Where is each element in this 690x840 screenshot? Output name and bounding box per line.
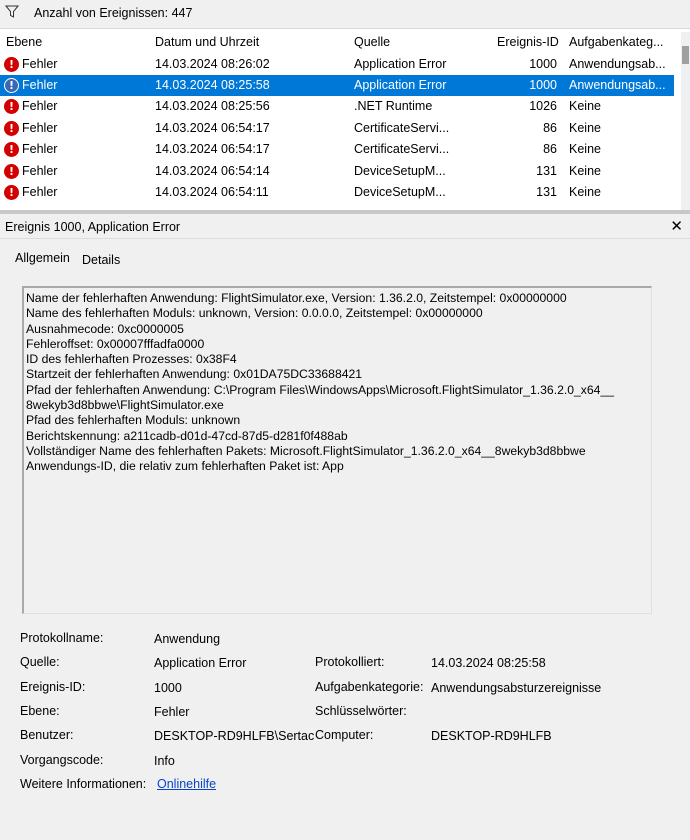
column-header-task-category[interactable]: Aufgabenkateg... (569, 35, 664, 49)
row-source: DeviceSetupM... (354, 164, 446, 178)
table-row[interactable]: ! Fehler 14.03.2024 06:54:14 DeviceSetup… (0, 161, 674, 182)
error-icon: ! (4, 164, 19, 179)
error-icon: ! (4, 185, 19, 200)
filter-bar: Anzahl von Ereignissen: 447 (0, 0, 690, 29)
user-value: DESKTOP-RD9HLFB\Sertac (154, 729, 315, 743)
opcode-label: Vorgangscode: (20, 753, 104, 767)
task-category-value: Anwendungsabsturzereignisse (431, 681, 602, 695)
row-source: CertificateServi... (354, 121, 450, 135)
table-header: Ebene Datum und Uhrzeit Quelle Ereignis-… (0, 32, 682, 52)
row-task: Keine (569, 99, 601, 113)
vertical-scrollbar[interactable] (681, 32, 690, 210)
level-label: Ebene: (20, 704, 60, 718)
row-level: Fehler (22, 164, 58, 178)
row-task: Anwendungsab... (569, 78, 666, 92)
table-row[interactable]: ! Fehler 14.03.2024 08:25:56 .NET Runtim… (0, 96, 674, 117)
row-event-id: 1026 (529, 99, 557, 113)
row-task: Anwendungsab... (569, 57, 666, 71)
row-task: Keine (569, 142, 601, 156)
keywords-label: Schlüsselwörter: (315, 704, 407, 718)
row-date: 14.03.2024 06:54:11 (155, 185, 269, 199)
close-icon[interactable]: ✕ (670, 217, 683, 235)
table-row[interactable]: ! Fehler 14.03.2024 08:26:02 Application… (0, 54, 674, 75)
more-info-label: Weitere Informationen: (20, 777, 147, 791)
table-row[interactable]: ! Fehler 14.03.2024 06:54:17 Certificate… (0, 139, 674, 160)
tab-general[interactable]: Allgemein (15, 251, 70, 265)
event-description-box[interactable]: Name der fehlerhaften Anwendung: FlightS… (22, 286, 652, 614)
level-value: Fehler (154, 705, 190, 719)
event-count-label: Anzahl von Ereignissen: 447 (34, 6, 193, 20)
logged-label: Protokolliert: (315, 655, 385, 669)
row-event-id: 131 (536, 164, 557, 178)
row-event-id: 86 (543, 121, 557, 135)
row-source: CertificateServi... (354, 142, 450, 156)
row-level: Fehler (22, 78, 58, 92)
event-detail-header: Ereignis 1000, Application Error ✕ (0, 214, 690, 239)
log-name-value: Anwendung (154, 632, 221, 646)
row-event-id: 1000 (529, 78, 557, 92)
user-label: Benutzer: (20, 728, 74, 742)
source-label: Quelle: (20, 655, 60, 669)
row-source: DeviceSetupM... (354, 185, 446, 199)
row-task: Keine (569, 185, 601, 199)
event-id-value: 1000 (154, 681, 182, 695)
row-event-id: 131 (536, 185, 557, 199)
error-icon: ! (4, 121, 19, 136)
row-level: Fehler (22, 121, 58, 135)
row-date: 14.03.2024 08:25:56 (155, 99, 270, 113)
column-header-date[interactable]: Datum und Uhrzeit (155, 35, 259, 49)
row-date: 14.03.2024 08:26:02 (155, 57, 270, 71)
row-date: 14.03.2024 06:54:17 (155, 121, 270, 135)
logged-value: 14.03.2024 08:25:58 (431, 656, 546, 670)
tab-details[interactable]: Details (82, 253, 120, 267)
row-date: 14.03.2024 06:54:14 (155, 164, 270, 178)
error-icon: ! (4, 99, 19, 114)
row-level: Fehler (22, 185, 58, 199)
row-level: Fehler (22, 99, 58, 113)
scrollbar-thumb[interactable] (682, 46, 689, 64)
column-header-level[interactable]: Ebene (6, 35, 42, 49)
row-date: 14.03.2024 08:25:58 (155, 78, 270, 92)
table-row[interactable]: ! Fehler 14.03.2024 06:54:17 Certificate… (0, 118, 674, 139)
column-header-source[interactable]: Quelle (354, 35, 390, 49)
table-row[interactable]: ! Fehler 14.03.2024 06:54:11 DeviceSetup… (0, 182, 674, 203)
row-date: 14.03.2024 06:54:17 (155, 142, 270, 156)
opcode-value: Info (154, 754, 175, 768)
computer-label: Computer: (315, 728, 374, 742)
log-name-label: Protokollname: (20, 631, 104, 645)
column-header-event-id[interactable]: Ereignis-ID (497, 35, 559, 49)
error-icon: ! (4, 78, 19, 93)
computer-value: DESKTOP-RD9HLFB (431, 729, 552, 743)
table-row-selected[interactable]: ! Fehler 14.03.2024 08:25:58 Application… (0, 75, 674, 96)
row-task: Keine (569, 121, 601, 135)
row-level: Fehler (22, 57, 58, 71)
row-source: Application Error (354, 57, 447, 71)
row-event-id: 86 (543, 142, 557, 156)
row-level: Fehler (22, 142, 58, 156)
event-description-text: Name der fehlerhaften Anwendung: FlightS… (26, 291, 615, 474)
row-source: Application Error (354, 78, 447, 92)
error-icon: ! (4, 57, 19, 72)
event-id-label: Ereignis-ID: (20, 680, 86, 694)
source-value: Application Error (154, 656, 247, 670)
event-detail-title: Ereignis 1000, Application Error (5, 220, 181, 234)
task-category-label: Aufgabenkategorie: (315, 680, 424, 694)
filter-icon[interactable] (5, 5, 19, 19)
row-event-id: 1000 (529, 57, 557, 71)
row-task: Keine (569, 164, 601, 178)
row-source: .NET Runtime (354, 99, 433, 113)
error-icon: ! (4, 142, 19, 157)
event-list-pane: Anzahl von Ereignissen: 447 Ebene Datum … (0, 0, 690, 210)
online-help-link[interactable]: Onlinehilfe (157, 777, 216, 791)
